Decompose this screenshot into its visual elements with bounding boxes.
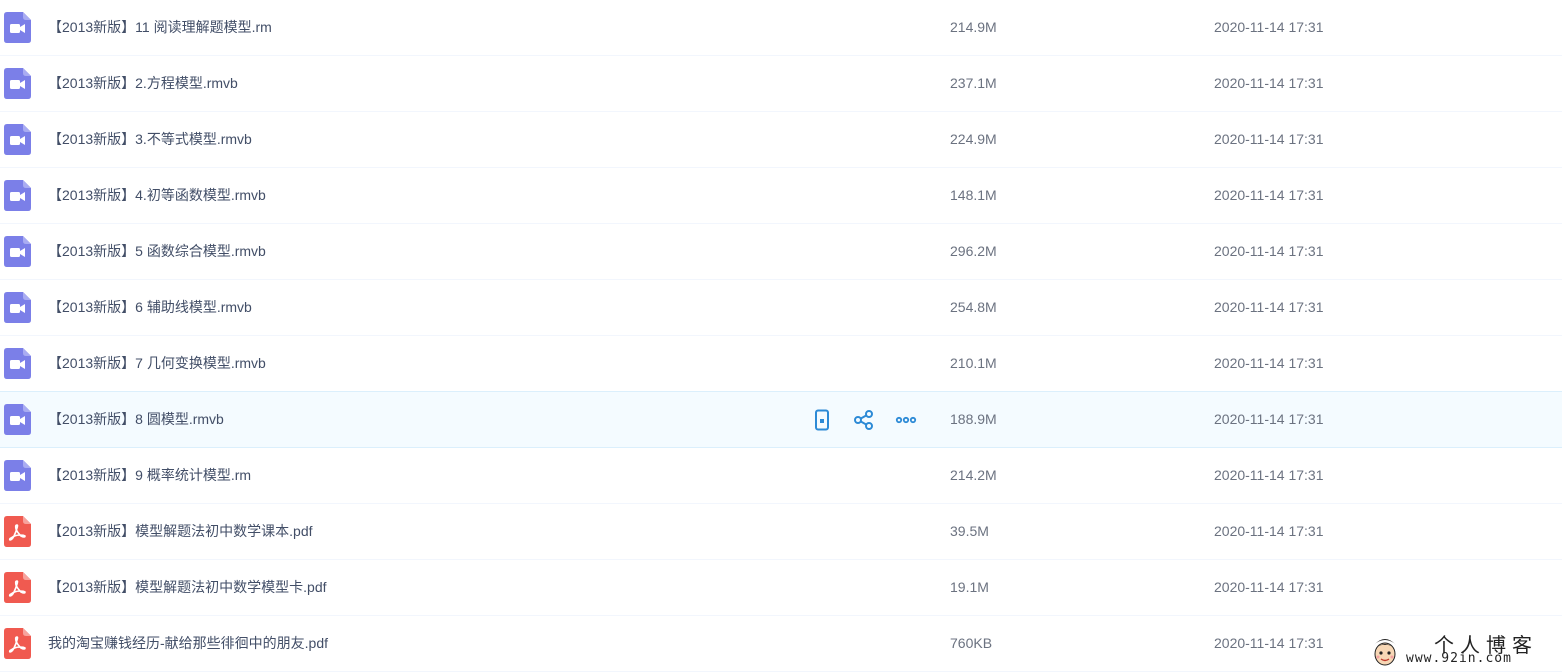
- file-row[interactable]: 【2013新版】9 概率统计模型.rm 214.2M 2020-11-14 17:3…: [0, 448, 1562, 504]
- file-size: 188.9M: [950, 411, 997, 427]
- file-row[interactable]: 我的淘宝赚钱经历-献给那些徘徊中的朋友.pdf 760KB 2020-11-14 1…: [0, 616, 1562, 672]
- more-icon[interactable]: [894, 408, 918, 432]
- file-size: 39.5M: [950, 523, 989, 539]
- file-size: 210.1M: [950, 355, 997, 371]
- row-actions: [810, 408, 918, 432]
- video-file-icon: [4, 348, 31, 379]
- file-row[interactable]: 【2013新版】8 圆模型.rmvb 188.9M 2020-11-14 17:31: [0, 391, 1562, 448]
- file-size: 224.9M: [950, 131, 997, 147]
- phone-icon[interactable]: [810, 408, 834, 432]
- file-list: 【2013新版】11 阅读理解题模型.rm 214.9M 2020-11-14 17…: [0, 0, 1562, 672]
- file-date: 2020-11-14 17:31: [1214, 131, 1324, 147]
- file-name[interactable]: 【2013新版】8 圆模型.rmvb: [48, 392, 224, 447]
- file-size: 296.2M: [950, 243, 997, 259]
- file-size: 760KB: [950, 635, 993, 651]
- watermark: 个人博客 www.92in.com: [1364, 631, 1562, 671]
- file-date: 2020-11-14 17:31: [1214, 411, 1324, 427]
- pdf-file-icon: [4, 572, 31, 603]
- file-date: 2020-11-14 17:31: [1214, 243, 1324, 259]
- file-date: 2020-11-14 17:31: [1214, 187, 1324, 203]
- file-size: 237.1M: [950, 75, 997, 91]
- file-name[interactable]: 我的淘宝赚钱经历-献给那些徘徊中的朋友.pdf: [48, 616, 328, 671]
- file-name[interactable]: 【2013新版】3.不等式模型.rmvb: [48, 112, 252, 167]
- file-date: 2020-11-14 17:31: [1214, 635, 1324, 651]
- pdf-file-icon: [4, 628, 31, 659]
- file-name[interactable]: 【2013新版】5 函数综合模型.rmvb: [48, 224, 266, 279]
- file-name[interactable]: 【2013新版】4.初等函数模型.rmvb: [48, 168, 266, 223]
- avatar-face-icon: [1374, 639, 1396, 666]
- file-size: 214.2M: [950, 467, 997, 483]
- watermark-url: www.92in.com: [1406, 651, 1512, 666]
- file-date: 2020-11-14 17:31: [1214, 299, 1324, 315]
- video-file-icon: [4, 292, 31, 323]
- file-name[interactable]: 【2013新版】9 概率统计模型.rm: [48, 448, 251, 503]
- file-size: 214.9M: [950, 19, 997, 35]
- video-file-icon: [4, 236, 31, 267]
- file-date: 2020-11-14 17:31: [1214, 19, 1324, 35]
- file-name[interactable]: 【2013新版】2.方程模型.rmvb: [48, 56, 238, 111]
- file-row[interactable]: 【2013新版】模型解题法初中数学课本.pdf 39.5M 2020-11-14 1…: [0, 504, 1562, 560]
- file-row[interactable]: 【2013新版】5 函数综合模型.rmvb 296.2M 2020-11-14 17…: [0, 224, 1562, 280]
- file-size: 19.1M: [950, 579, 989, 595]
- video-file-icon: [4, 124, 31, 155]
- file-row[interactable]: 【2013新版】4.初等函数模型.rmvb 148.1M 2020-11-14 17…: [0, 168, 1562, 224]
- file-date: 2020-11-14 17:31: [1214, 467, 1324, 483]
- file-row[interactable]: 【2013新版】模型解题法初中数学模型卡.pdf 19.1M 2020-11-14 …: [0, 560, 1562, 616]
- file-row[interactable]: 【2013新版】3.不等式模型.rmvb 224.9M 2020-11-14 17:…: [0, 112, 1562, 168]
- file-row[interactable]: 【2013新版】7 几何变换模型.rmvb 210.1M 2020-11-14 17…: [0, 336, 1562, 392]
- file-name[interactable]: 【2013新版】7 几何变换模型.rmvb: [48, 336, 266, 391]
- file-size: 148.1M: [950, 187, 997, 203]
- video-file-icon: [4, 12, 31, 43]
- file-date: 2020-11-14 17:31: [1214, 523, 1324, 539]
- file-row[interactable]: 【2013新版】2.方程模型.rmvb 237.1M 2020-11-14 17:3…: [0, 56, 1562, 112]
- file-name[interactable]: 【2013新版】11 阅读理解题模型.rm: [48, 0, 272, 55]
- file-name[interactable]: 【2013新版】6 辅助线模型.rmvb: [48, 280, 252, 335]
- file-name[interactable]: 【2013新版】模型解题法初中数学课本.pdf: [48, 504, 313, 559]
- file-size: 254.8M: [950, 299, 997, 315]
- pdf-file-icon: [4, 516, 31, 547]
- file-date: 2020-11-14 17:31: [1214, 579, 1324, 595]
- video-file-icon: [4, 460, 31, 491]
- file-date: 2020-11-14 17:31: [1214, 75, 1324, 91]
- video-file-icon: [4, 68, 31, 99]
- file-name[interactable]: 【2013新版】模型解题法初中数学模型卡.pdf: [48, 560, 327, 615]
- file-row[interactable]: 【2013新版】11 阅读理解题模型.rm 214.9M 2020-11-14 17…: [0, 0, 1562, 56]
- file-date: 2020-11-14 17:31: [1214, 355, 1324, 371]
- video-file-icon: [4, 404, 31, 435]
- file-row[interactable]: 【2013新版】6 辅助线模型.rmvb 254.8M 2020-11-14 17:…: [0, 280, 1562, 336]
- video-file-icon: [4, 180, 31, 211]
- share-icon[interactable]: [852, 408, 876, 432]
